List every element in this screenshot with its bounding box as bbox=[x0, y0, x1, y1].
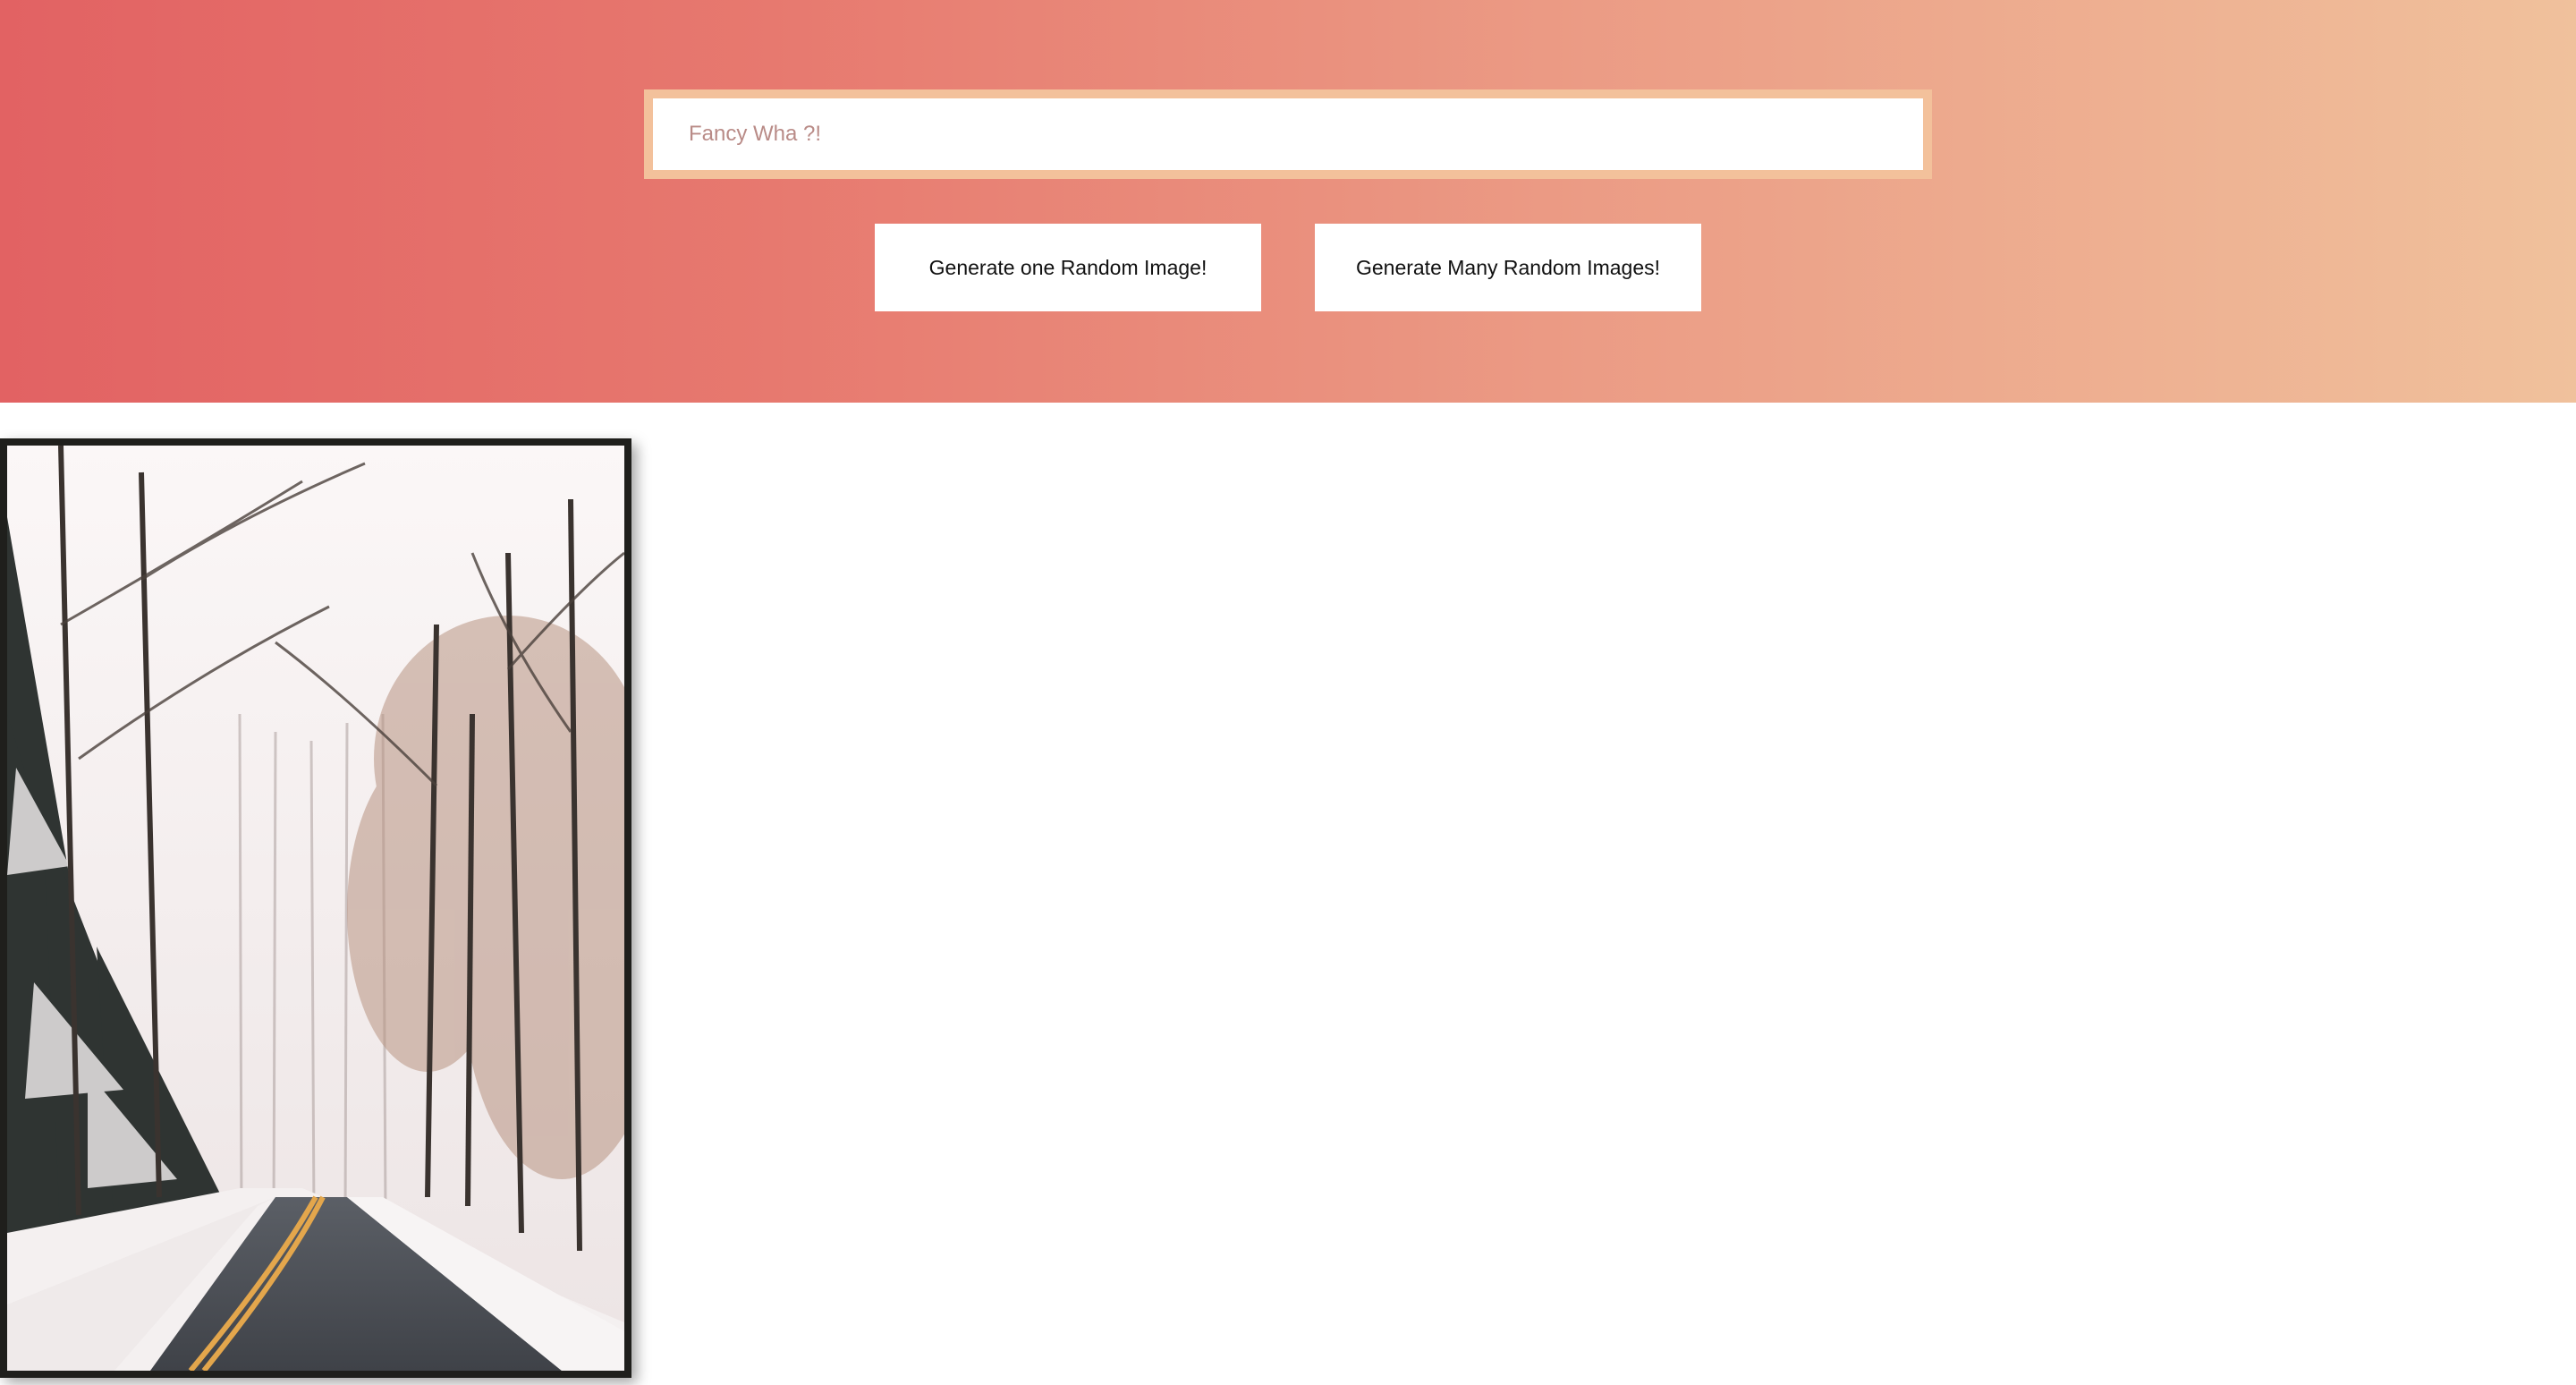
search-frame bbox=[644, 89, 1932, 179]
page: Generate one Random Image! Generate Many… bbox=[0, 0, 2576, 1385]
snowy-road-image bbox=[7, 446, 624, 1371]
search-input[interactable] bbox=[653, 98, 1923, 170]
random-image-card[interactable] bbox=[0, 438, 631, 1378]
generate-many-button[interactable]: Generate Many Random Images! bbox=[1315, 224, 1701, 311]
generate-one-button[interactable]: Generate one Random Image! bbox=[875, 224, 1261, 311]
header-banner: Generate one Random Image! Generate Many… bbox=[0, 0, 2576, 403]
